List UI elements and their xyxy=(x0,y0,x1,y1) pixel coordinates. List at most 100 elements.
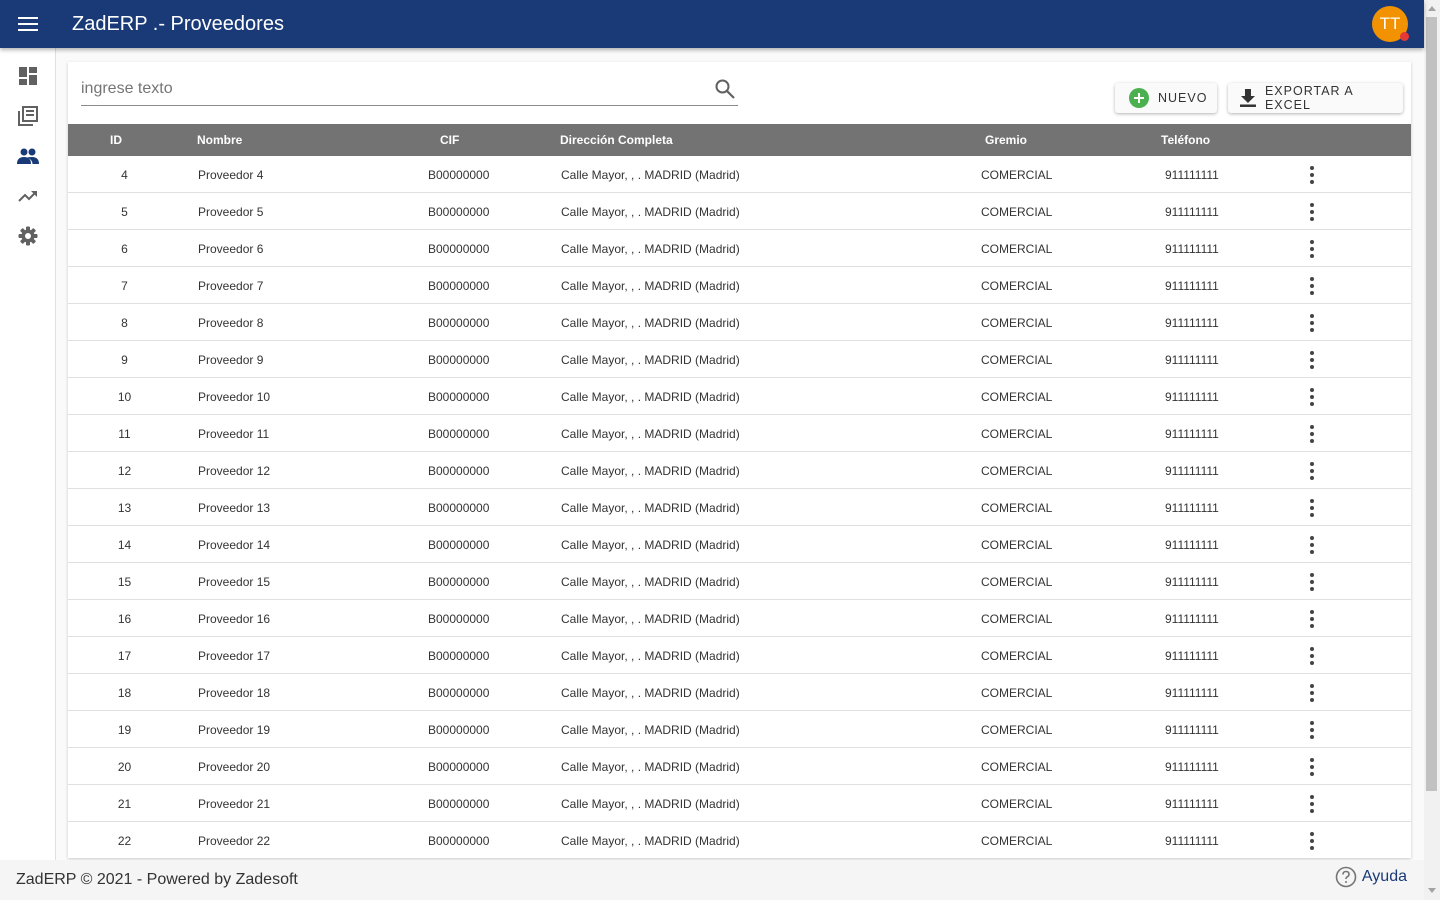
table-row[interactable]: 4 Proveedor 4 B00000000 Calle Mayor, , . MA… xyxy=(68,156,1411,193)
cell-telefono: 911111111 xyxy=(1165,760,1219,774)
cell-nombre: Proveedor 6 xyxy=(198,242,264,256)
table-row[interactable]: 6 Proveedor 6 B00000000 Calle Mayor, , . MA… xyxy=(68,230,1411,267)
cell-cif: B00000000 xyxy=(428,723,490,737)
more-vert-icon[interactable] xyxy=(1309,794,1315,817)
sidebar-item-proveedores[interactable] xyxy=(0,136,56,176)
more-vert-icon[interactable] xyxy=(1309,720,1315,743)
sidebar-item-dashboard[interactable] xyxy=(0,56,56,96)
table-row[interactable]: 7 Proveedor 7 B00000000 Calle Mayor, , . MA… xyxy=(68,267,1411,304)
cell-nombre: Proveedor 7 xyxy=(198,279,264,293)
more-vert-icon[interactable] xyxy=(1309,572,1315,595)
cell-telefono: 911111111 xyxy=(1165,797,1219,811)
help-link[interactable]: Ayuda xyxy=(1335,866,1407,888)
table-row[interactable]: 18 Proveedor 18 B00000000 Calle Mayor, , . … xyxy=(68,674,1411,711)
scroll-thumb[interactable] xyxy=(1426,17,1437,791)
cell-gremio: COMERCIAL xyxy=(981,723,1053,737)
settings-gear-icon xyxy=(18,226,38,246)
search-icon[interactable] xyxy=(714,78,736,100)
table-row[interactable]: 16 Proveedor 16 B00000000 Calle Mayor, , . … xyxy=(68,600,1411,637)
sidebar-item-library[interactable] xyxy=(0,96,56,136)
library-books-icon xyxy=(18,106,38,126)
new-button[interactable]: NUEVO xyxy=(1115,83,1217,113)
cell-telefono: 911111111 xyxy=(1165,242,1219,256)
cell-id: 15 xyxy=(117,575,132,589)
cell-id: 14 xyxy=(117,538,132,552)
cell-telefono: 911111111 xyxy=(1165,353,1219,367)
more-vert-icon[interactable] xyxy=(1309,202,1315,225)
cell-direccion: Calle Mayor, , . MADRID (Madrid) xyxy=(561,575,740,589)
more-vert-icon[interactable] xyxy=(1309,276,1315,299)
more-vert-icon[interactable] xyxy=(1309,683,1315,706)
dashboard-icon xyxy=(19,67,37,85)
cell-cif: B00000000 xyxy=(428,575,490,589)
table-row[interactable]: 8 Proveedor 8 B00000000 Calle Mayor, , . MA… xyxy=(68,304,1411,341)
cell-direccion: Calle Mayor, , . MADRID (Madrid) xyxy=(561,353,740,367)
page-title: ZadERP .- Proveedores xyxy=(72,12,284,35)
table-row[interactable]: 15 Proveedor 15 B00000000 Calle Mayor, , . … xyxy=(68,563,1411,600)
more-vert-icon[interactable] xyxy=(1309,609,1315,632)
cell-id: 16 xyxy=(117,612,132,626)
menu-button[interactable] xyxy=(0,0,56,48)
more-vert-icon[interactable] xyxy=(1309,831,1315,854)
menu-icon xyxy=(18,17,38,31)
table-row[interactable]: 11 Proveedor 11 B00000000 Calle Mayor, , . … xyxy=(68,415,1411,452)
table-row[interactable]: 5 Proveedor 5 B00000000 Calle Mayor, , . MA… xyxy=(68,193,1411,230)
cell-id: 12 xyxy=(117,464,132,478)
more-vert-icon[interactable] xyxy=(1309,165,1315,188)
cell-telefono: 911111111 xyxy=(1165,390,1219,404)
sidebar-item-statistics[interactable] xyxy=(0,176,56,216)
more-vert-icon[interactable] xyxy=(1309,350,1315,373)
cell-id: 7 xyxy=(121,279,128,293)
scroll-down-arrow-icon[interactable] xyxy=(1428,888,1436,893)
table-row[interactable]: 17 Proveedor 17 B00000000 Calle Mayor, , . … xyxy=(68,637,1411,674)
cell-cif: B00000000 xyxy=(428,649,490,663)
more-vert-icon[interactable] xyxy=(1309,239,1315,262)
cell-nombre: Proveedor 8 xyxy=(198,316,264,330)
cell-gremio: COMERCIAL xyxy=(981,242,1053,256)
table-row[interactable]: 22 Proveedor 22 B00000000 Calle Mayor, , . … xyxy=(68,822,1411,858)
col-header-cif[interactable]: CIF xyxy=(440,133,459,147)
table-row[interactable]: 12 Proveedor 12 B00000000 Calle Mayor, , . … xyxy=(68,452,1411,489)
more-vert-icon[interactable] xyxy=(1309,757,1315,780)
cell-nombre: Proveedor 5 xyxy=(198,205,264,219)
more-vert-icon[interactable] xyxy=(1309,461,1315,484)
more-vert-icon[interactable] xyxy=(1309,387,1315,410)
help-label: Ayuda xyxy=(1361,868,1407,885)
cell-gremio: COMERCIAL xyxy=(981,168,1053,182)
sidebar-item-settings[interactable] xyxy=(0,216,56,256)
more-vert-icon[interactable] xyxy=(1309,313,1315,336)
cell-direccion: Calle Mayor, , . MADRID (Madrid) xyxy=(561,834,740,848)
table-row[interactable]: 9 Proveedor 9 B00000000 Calle Mayor, , . MA… xyxy=(68,341,1411,378)
cell-telefono: 911111111 xyxy=(1165,279,1219,293)
table-row[interactable]: 13 Proveedor 13 B00000000 Calle Mayor, , . … xyxy=(68,489,1411,526)
cell-id: 19 xyxy=(117,723,132,737)
footer-copyright: ZadERP © 2021 - Powered by Zadesoft xyxy=(16,871,298,888)
export-excel-label: EXPORTAR A EXCEL xyxy=(1264,84,1353,112)
col-header-gremio[interactable]: Gremio xyxy=(985,133,1027,147)
scroll-up-arrow-icon[interactable] xyxy=(1428,6,1436,11)
cell-gremio: COMERCIAL xyxy=(981,279,1053,293)
table-row[interactable]: 20 Proveedor 20 B00000000 Calle Mayor, , . … xyxy=(68,748,1411,785)
page-scrollbar[interactable] xyxy=(1424,0,1440,900)
col-header-nombre[interactable]: Nombre xyxy=(197,133,242,147)
cell-cif: B00000000 xyxy=(428,205,490,219)
more-vert-icon[interactable] xyxy=(1309,535,1315,558)
user-avatar[interactable]: TT xyxy=(1372,6,1409,42)
table-row[interactable]: 10 Proveedor 10 B00000000 Calle Mayor, , . … xyxy=(68,378,1411,415)
table-row[interactable]: 14 Proveedor 14 B00000000 Calle Mayor, , . … xyxy=(68,526,1411,563)
table-row[interactable]: 19 Proveedor 19 B00000000 Calle Mayor, , . … xyxy=(68,711,1411,748)
cell-cif: B00000000 xyxy=(428,797,490,811)
col-header-id[interactable]: ID xyxy=(110,133,122,147)
more-vert-icon[interactable] xyxy=(1309,424,1315,447)
col-header-direccion[interactable]: Dirección Completa xyxy=(560,133,673,147)
cell-gremio: COMERCIAL xyxy=(981,316,1053,330)
col-header-telefono[interactable]: Teléfono xyxy=(1161,133,1210,147)
cell-cif: B00000000 xyxy=(428,834,490,848)
more-vert-icon[interactable] xyxy=(1309,498,1315,521)
table-body: 4 Proveedor 4 B00000000 Calle Mayor, , . MA… xyxy=(68,156,1411,858)
cell-cif: B00000000 xyxy=(428,390,490,404)
more-vert-icon[interactable] xyxy=(1309,646,1315,669)
table-row[interactable]: 21 Proveedor 21 B00000000 Calle Mayor, , . … xyxy=(68,785,1411,822)
export-excel-button[interactable]: EXPORTAR A EXCEL xyxy=(1228,83,1403,113)
search-input[interactable] xyxy=(81,74,701,104)
